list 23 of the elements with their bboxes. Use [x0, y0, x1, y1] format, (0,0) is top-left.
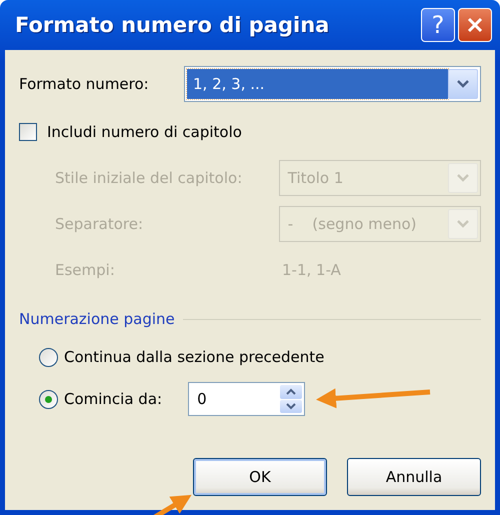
example-text: 1-1, 1-A — [282, 261, 341, 279]
radio-label: Comincia da: — [64, 390, 162, 408]
checkbox[interactable] — [19, 123, 37, 141]
close-button[interactable] — [458, 8, 492, 42]
window-title: Formato numero di pagina — [15, 13, 330, 37]
field-label: Separatore: — [55, 215, 144, 233]
radio-label: Continua dalla sezione precedente — [64, 348, 324, 366]
ok-button[interactable]: OK — [193, 458, 327, 496]
spin-arrows-icon[interactable] — [280, 385, 302, 413]
field-label: Stile iniziale del capitolo: — [55, 169, 244, 187]
section-title: Numerazione pagine — [19, 310, 175, 328]
field-label: Esempi: — [55, 261, 116, 279]
field-label: Formato numero: — [19, 75, 149, 93]
cancel-button[interactable]: Annulla — [347, 458, 481, 496]
radio-button[interactable] — [39, 390, 58, 408]
number-format-dropdown[interactable]: 1, 2, 3, ... — [184, 66, 481, 102]
dropdown-value: Titolo 1 — [286, 168, 344, 189]
close-icon[interactable] — [466, 16, 484, 34]
radio-button[interactable] — [39, 348, 58, 366]
dropdown-value: 1, 2, 3, ... — [187, 69, 448, 99]
dropdown-value: - (segno meno) — [286, 214, 418, 235]
help-button[interactable]: ? — [421, 8, 455, 42]
checkbox-label: Includi numero di capitolo — [47, 123, 242, 141]
